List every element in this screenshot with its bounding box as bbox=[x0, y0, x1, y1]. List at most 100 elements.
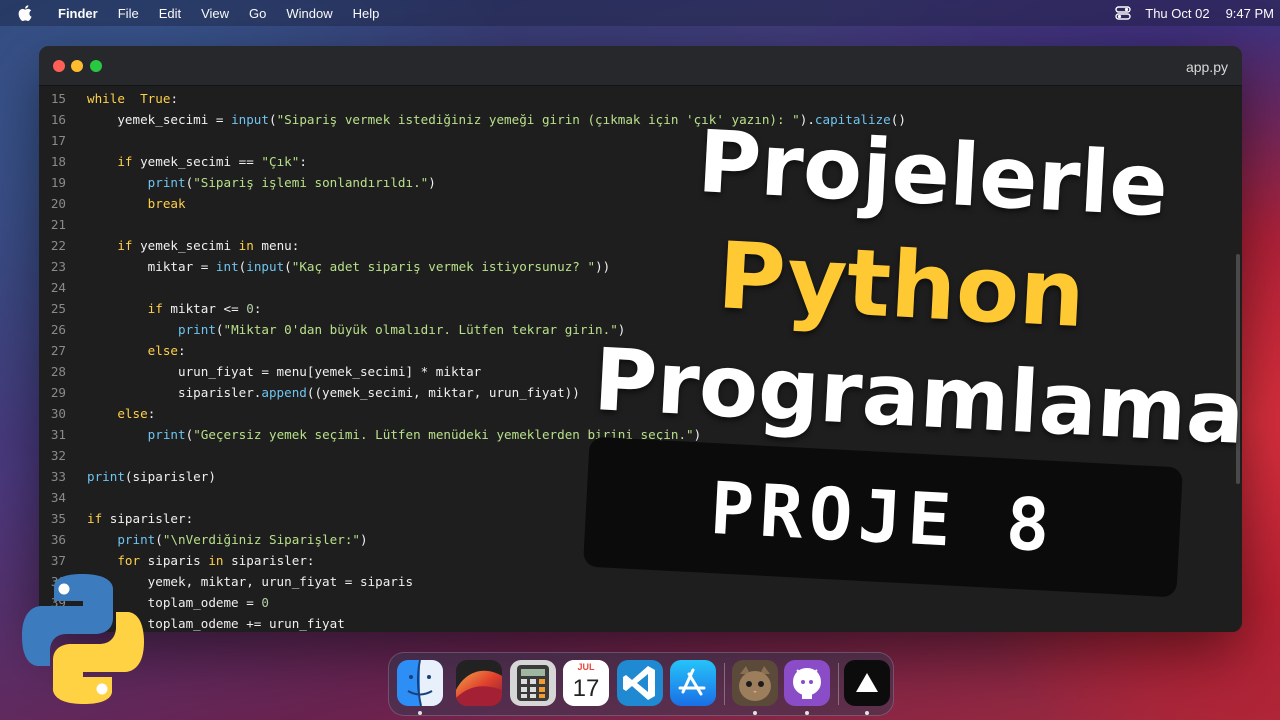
code-token: print bbox=[147, 175, 186, 190]
line-number: 32 bbox=[50, 448, 66, 463]
dock-macos-installer-icon[interactable] bbox=[456, 660, 502, 706]
zoom-window-button[interactable] bbox=[90, 60, 102, 72]
overlay-title-line-2: Python bbox=[715, 222, 1088, 349]
dock-github-desktop-icon[interactable] bbox=[784, 660, 830, 706]
code-token: if bbox=[147, 301, 163, 316]
line-number: 25 bbox=[50, 301, 66, 316]
close-window-button[interactable] bbox=[53, 60, 65, 72]
code-token: 0 bbox=[246, 301, 254, 316]
code-token: print bbox=[87, 469, 125, 484]
code-text: urun_fiyat = menu[yemek_secimi] * miktar bbox=[87, 361, 481, 382]
code-token: ) bbox=[428, 175, 436, 190]
code-token: siparisler. bbox=[87, 385, 262, 400]
code-token: ( bbox=[155, 532, 163, 547]
code-text: print("Sipariş işlemi sonlandırıldı.") bbox=[87, 172, 436, 193]
line-number: 26 bbox=[50, 322, 66, 337]
python-logo-icon bbox=[14, 570, 152, 708]
code-token: : bbox=[299, 154, 307, 169]
code-token: print bbox=[178, 322, 216, 337]
code-token: yemek_secimi == bbox=[132, 154, 262, 169]
menu-go[interactable]: Go bbox=[249, 6, 266, 21]
code-token: else bbox=[147, 343, 179, 358]
menu-bar: Finder File Edit View Go Window Help Thu… bbox=[0, 0, 1280, 26]
code-line[interactable]: 39 toplam_odeme = 0 bbox=[39, 592, 1242, 613]
code-token: input bbox=[246, 259, 285, 274]
code-token: ( bbox=[284, 259, 292, 274]
code-line[interactable]: 40 toplam_odeme += urun_fiyat bbox=[39, 613, 1242, 632]
code-token: (siparisler) bbox=[124, 469, 216, 484]
code-token: yemek_secimi = bbox=[87, 112, 232, 127]
line-number: 31 bbox=[50, 427, 66, 442]
menu-edit[interactable]: Edit bbox=[159, 6, 181, 21]
code-text: if miktar <= 0: bbox=[87, 298, 262, 319]
code-token: True bbox=[140, 91, 171, 106]
code-line[interactable]: 16 yemek_secimi = input("Sipariş vermek … bbox=[39, 109, 1242, 130]
code-token: "Sipariş işlemi sonlandırıldı." bbox=[193, 175, 429, 190]
code-token: append bbox=[261, 385, 307, 400]
dock-triangle-app-icon[interactable] bbox=[844, 660, 890, 706]
code-text: break bbox=[87, 193, 186, 214]
line-number: 35 bbox=[50, 511, 66, 526]
menu-help[interactable]: Help bbox=[353, 6, 380, 21]
menubar-time[interactable]: 9:47 PM bbox=[1226, 6, 1274, 21]
code-token: "Miktar 0'dan büyük olmalıdır. Lütfen te… bbox=[223, 322, 618, 337]
code-token: print bbox=[147, 427, 186, 442]
dock-calendar-icon[interactable]: JUL 17 bbox=[563, 660, 609, 706]
code-token: while bbox=[87, 91, 125, 106]
calendar-month-label: JUL bbox=[563, 660, 609, 674]
menu-window[interactable]: Window bbox=[286, 6, 332, 21]
menu-view[interactable]: View bbox=[201, 6, 229, 21]
code-token: urun_fiyat = menu[yemek_secimi] * miktar bbox=[87, 364, 482, 379]
code-token: int bbox=[215, 259, 239, 274]
code-token: print bbox=[117, 532, 156, 547]
minimize-window-button[interactable] bbox=[71, 60, 83, 72]
menu-app-finder[interactable]: Finder bbox=[58, 6, 98, 21]
code-text: if yemek_secimi in menu: bbox=[87, 235, 299, 256]
code-line[interactable]: 15 while True: bbox=[39, 88, 1242, 109]
menu-file[interactable]: File bbox=[118, 6, 139, 21]
dock-finder-icon[interactable] bbox=[397, 660, 443, 706]
code-token: ( bbox=[268, 112, 277, 127]
code-token: miktar = bbox=[87, 259, 216, 274]
line-number: 21 bbox=[50, 217, 66, 232]
code-token: input bbox=[231, 112, 269, 127]
menubar-date[interactable]: Thu Oct 02 bbox=[1145, 6, 1209, 21]
menubar-status-area: Thu Oct 02 9:47 PM bbox=[1115, 0, 1280, 26]
dock-calculator-icon[interactable] bbox=[510, 660, 556, 706]
dock-app-store-icon[interactable] bbox=[670, 660, 716, 706]
line-number: 19 bbox=[50, 175, 66, 190]
code-token: "Çık" bbox=[261, 154, 300, 169]
calendar-day-label: 17 bbox=[572, 675, 600, 702]
code-token: for bbox=[117, 553, 141, 568]
code-text: siparisler.append((yemek_secimi, miktar,… bbox=[87, 382, 580, 403]
code-text: print("\nVerdiğiniz Siparişler:") bbox=[87, 529, 367, 550]
project-badge-label: PROJE 8 bbox=[708, 466, 1058, 568]
code-token: siparis bbox=[140, 553, 209, 568]
dock-cat-app-icon[interactable] bbox=[732, 660, 778, 706]
control-center-icon[interactable] bbox=[1115, 6, 1131, 20]
code-token: : bbox=[178, 343, 186, 358]
code-text: miktar = int(input("Kaç adet sipariş ver… bbox=[87, 256, 611, 277]
code-token: "Kaç adet sipariş vermek istiyorsunuz? " bbox=[291, 259, 596, 274]
code-text: print("Miktar 0'dan büyük olmalıdır. Lüt… bbox=[87, 319, 625, 340]
line-number: 22 bbox=[50, 238, 66, 253]
line-number: 16 bbox=[50, 112, 66, 127]
dock-vscode-icon[interactable] bbox=[617, 660, 663, 706]
dock-cat-app-running-indicator bbox=[753, 711, 757, 715]
code-text: else: bbox=[87, 340, 186, 361]
code-text: if yemek_secimi == "Çık": bbox=[87, 151, 307, 172]
apple-menu-icon[interactable] bbox=[18, 5, 32, 21]
code-text: else: bbox=[87, 403, 155, 424]
window-titlebar[interactable]: app.py bbox=[39, 46, 1242, 86]
